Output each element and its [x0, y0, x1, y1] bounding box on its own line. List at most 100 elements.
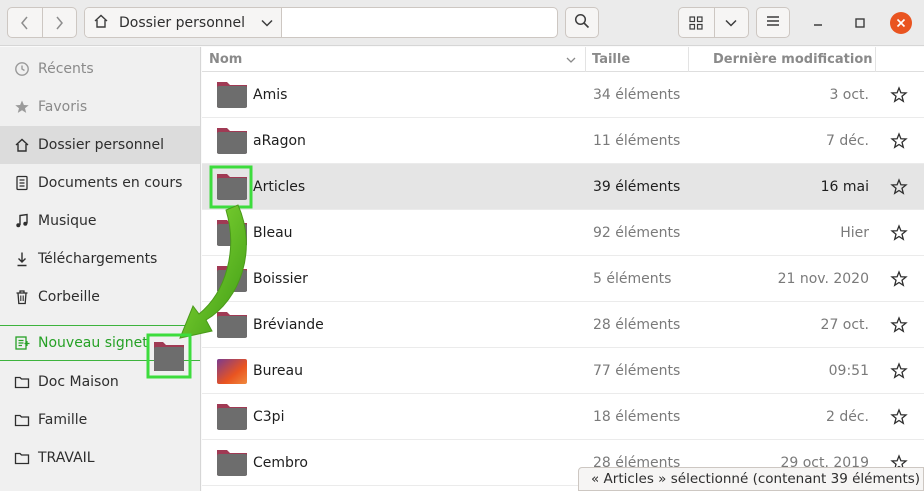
go-back-icon[interactable]	[8, 8, 42, 37]
file-size: 5 éléments	[593, 271, 672, 287]
folder-icon	[217, 220, 247, 246]
maximize-icon[interactable]	[849, 12, 871, 34]
clock-icon	[13, 60, 31, 78]
sidebar-item-label: Dossier personnel	[38, 137, 165, 153]
table-row[interactable]: aRagon 11 éléments 7 déc.	[202, 118, 924, 164]
trash-icon	[13, 288, 31, 306]
view-options-chevron-icon[interactable]	[713, 8, 749, 37]
sidebar-item-musique[interactable]: Musique	[0, 202, 200, 240]
sidebar-item-nouveau-signet[interactable]: Nouveau signet	[0, 325, 200, 361]
chevron-down-icon[interactable]	[261, 15, 273, 31]
sidebar-item-corbeille[interactable]: Corbeille	[0, 278, 200, 316]
column-header-modified[interactable]: Dernière modification	[713, 47, 873, 72]
table-row[interactable]: Bleau 92 éléments Hier	[202, 210, 924, 256]
star-icon	[13, 98, 31, 116]
file-list: Nom Taille Dernière modification Amis 34 …	[202, 47, 924, 491]
grid-view-icon[interactable]	[679, 8, 714, 37]
sidebar-item-label: Téléchargements	[38, 251, 158, 267]
status-bar: « Articles » sélectionné (contenant 39 é…	[578, 467, 924, 491]
table-row[interactable]: Bréviande 28 éléments 27 oct.	[202, 302, 924, 348]
sort-chevron-icon[interactable]	[566, 47, 576, 72]
file-name: Amis	[253, 87, 288, 103]
folder-icon	[217, 82, 247, 108]
navigation-buttons	[7, 7, 77, 38]
sidebar-item-famille[interactable]: Famille	[0, 401, 200, 439]
file-modified: 21 nov. 2020	[777, 271, 869, 287]
star-icon[interactable]	[890, 408, 908, 426]
file-name: Bréviande	[253, 317, 324, 333]
file-modified: 27 oct.	[820, 317, 869, 333]
sidebar-item-travail[interactable]: TRAVAIL	[0, 439, 200, 477]
column-header-row: Nom Taille Dernière modification	[202, 47, 924, 72]
star-icon[interactable]	[890, 224, 908, 242]
path-bar[interactable]: Dossier personnel	[84, 7, 558, 38]
location-label: Dossier personnel	[119, 14, 246, 31]
sidebar-item-label: Nouveau signet	[38, 335, 148, 351]
file-size: 11 éléments	[593, 133, 681, 149]
sidebar-item-telechargements[interactable]: Téléchargements	[0, 240, 200, 278]
folder-icon	[13, 373, 31, 391]
star-icon[interactable]	[890, 316, 908, 334]
file-name: Cembro	[253, 455, 308, 471]
file-modified: 7 déc.	[825, 133, 869, 149]
star-icon[interactable]	[890, 270, 908, 288]
star-icon[interactable]	[890, 86, 908, 104]
header-bar: Dossier personnel	[0, 0, 924, 46]
music-icon	[13, 212, 31, 230]
file-size: 92 éléments	[593, 225, 681, 241]
file-modified: Hier	[840, 225, 869, 241]
sidebar-item-favoris[interactable]: Favoris	[0, 88, 200, 126]
file-name: Bureau	[253, 363, 303, 379]
menu-icon	[766, 15, 780, 31]
file-size: 28 éléments	[593, 317, 681, 333]
star-icon[interactable]	[890, 178, 908, 196]
sidebar-item-label: Famille	[38, 412, 88, 428]
star-icon[interactable]	[890, 132, 908, 150]
bookmark-new-icon	[13, 334, 31, 352]
file-modified: 3 oct.	[829, 87, 869, 103]
sidebar-item-label: Documents en cours	[38, 175, 183, 191]
search-icon	[574, 13, 590, 33]
sidebar-item-home[interactable]: Dossier personnel	[0, 126, 200, 164]
table-row[interactable]: Boissier 5 éléments 21 nov. 2020	[202, 256, 924, 302]
sidebar-item-label: Récents	[38, 61, 94, 77]
folder-icon	[217, 266, 247, 292]
sidebar-item-label: Favoris	[38, 99, 88, 115]
sidebar-item-label: TRAVAIL	[38, 450, 95, 466]
minimize-icon[interactable]	[807, 12, 829, 34]
folder-icon	[217, 450, 247, 476]
sidebar-item-label: Musique	[38, 213, 97, 229]
path-segment-home[interactable]: Dossier personnel	[85, 8, 282, 37]
table-row[interactable]: C3pi 18 éléments 2 déc.	[202, 394, 924, 440]
folder-icon	[217, 312, 247, 338]
star-icon[interactable]	[890, 362, 908, 380]
file-modified: 09:51	[828, 363, 869, 379]
sidebar-item-doc-maison[interactable]: Doc Maison	[0, 363, 200, 401]
download-icon	[13, 250, 31, 268]
folder-icon	[217, 404, 247, 430]
folder-icon	[217, 359, 247, 384]
search-button[interactable]	[565, 7, 599, 38]
file-name: C3pi	[253, 409, 285, 425]
file-name: aRagon	[253, 133, 306, 149]
table-row[interactable]: Articles 39 éléments 16 mai	[202, 164, 924, 210]
column-header-name[interactable]: Nom	[209, 47, 242, 72]
file-modified: 2 déc.	[825, 409, 869, 425]
table-row[interactable]: Amis 34 éléments 3 oct.	[202, 72, 924, 118]
table-row[interactable]: Bureau 77 éléments 09:51	[202, 348, 924, 394]
folder-icon	[13, 449, 31, 467]
sidebar-item-recents[interactable]: Récents	[0, 50, 200, 88]
close-icon[interactable]	[890, 12, 912, 34]
home-icon	[93, 13, 109, 33]
folder-icon	[217, 174, 247, 200]
file-name: Boissier	[253, 271, 308, 287]
column-header-size[interactable]: Taille	[592, 47, 630, 72]
file-modified: 16 mai	[820, 179, 869, 195]
file-name: Articles	[253, 179, 306, 195]
file-name: Bleau	[253, 225, 293, 241]
sidebar-item-documents[interactable]: Documents en cours	[0, 164, 200, 202]
menu-button[interactable]	[756, 7, 790, 38]
folder-icon	[13, 411, 31, 429]
view-buttons	[678, 7, 749, 38]
go-forward-icon[interactable]	[41, 8, 76, 37]
